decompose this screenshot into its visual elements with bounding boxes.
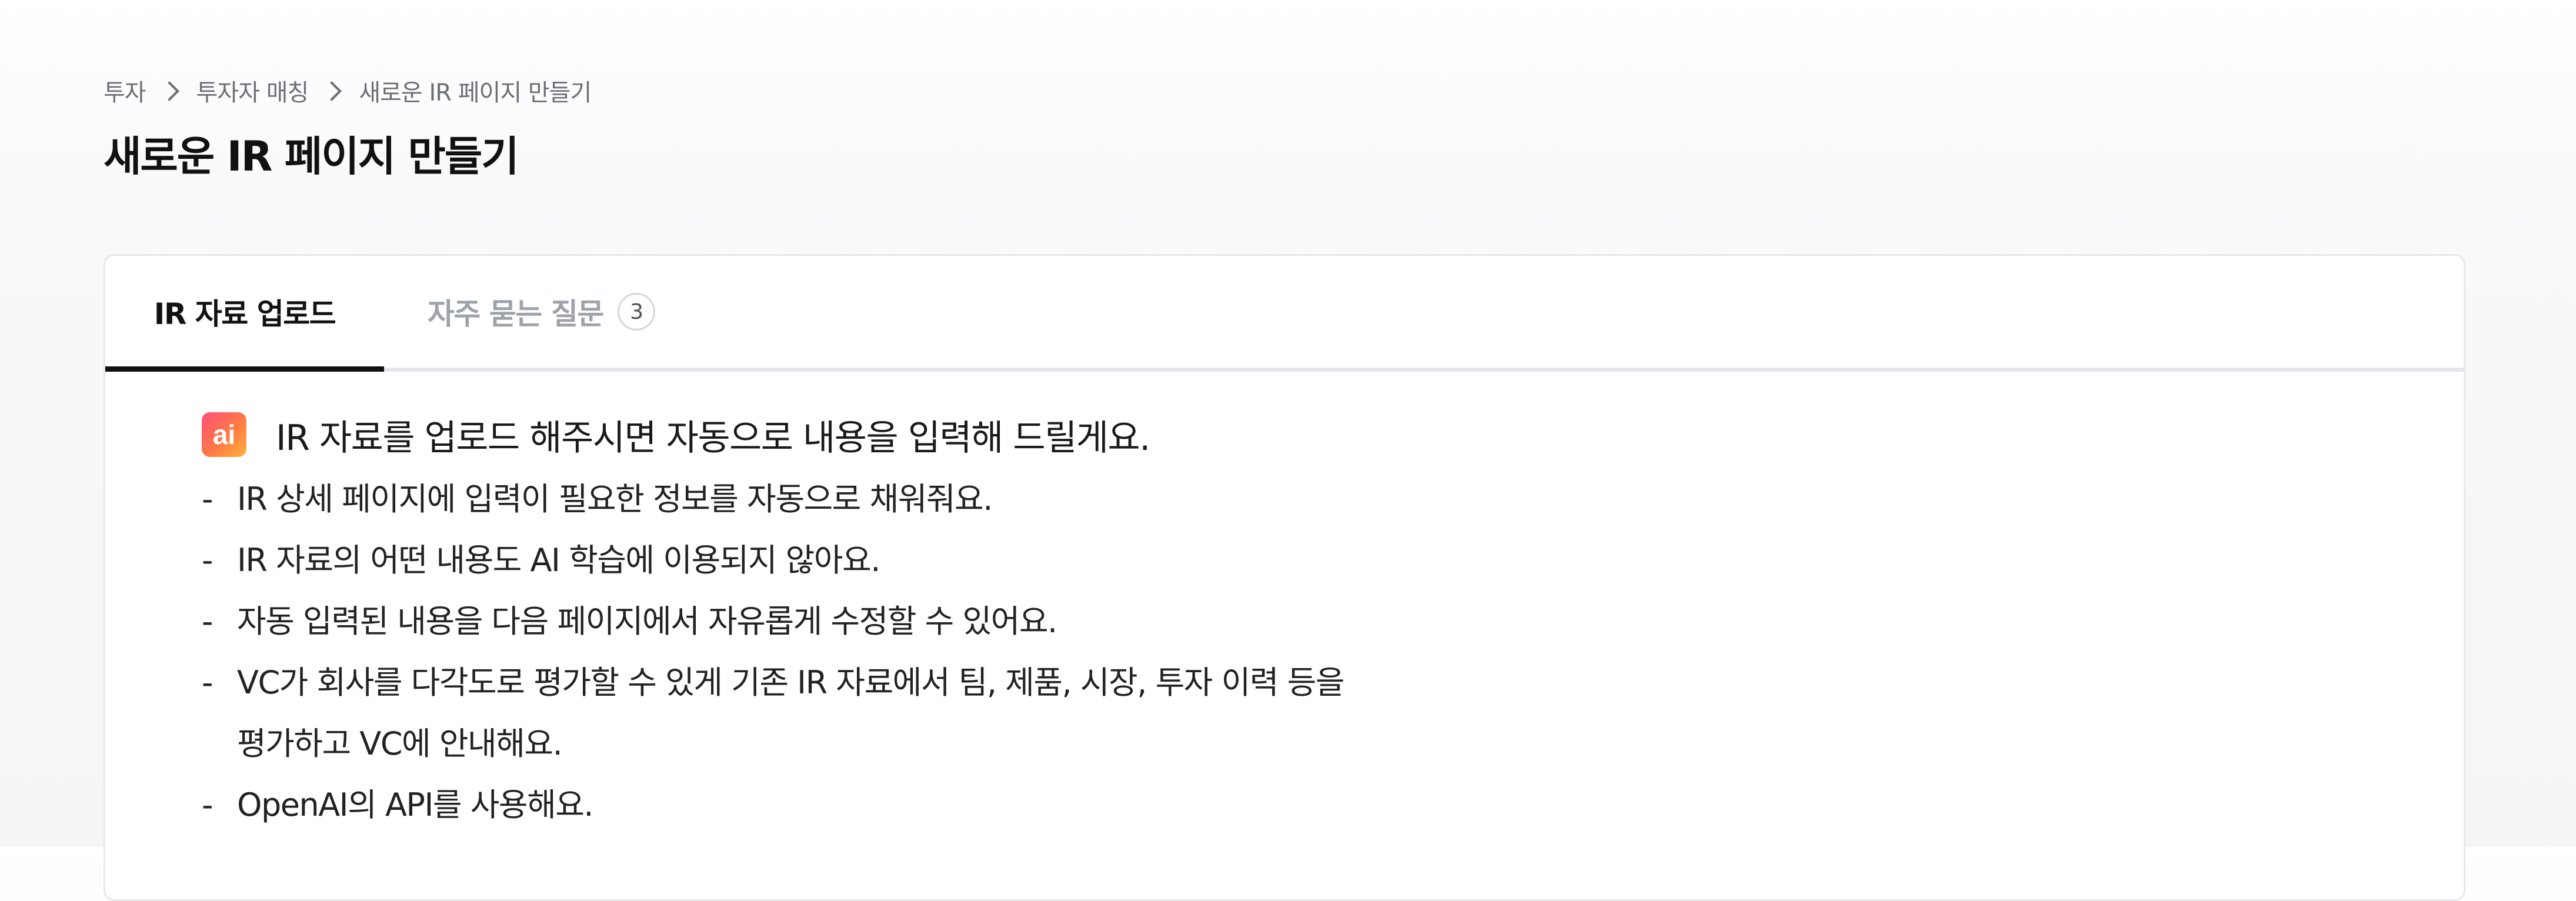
breadcrumb: 투자 투자자 매칭 새로운 IR 페이지 만들기 [104, 74, 592, 108]
page-title: 새로운 IR 페이지 만들기 [104, 132, 519, 181]
breadcrumb-item-invest[interactable]: 투자 [104, 74, 146, 108]
upload-info: ai IR 자료를 업로드 해주시면 자동으로 내용을 입력해 드릴게요. - … [202, 405, 2378, 836]
ai-icon: ai [202, 412, 246, 457]
chevron-right-icon [159, 81, 179, 101]
chevron-right-icon [322, 81, 342, 101]
list-item: - 자동 입력된 내용을 다음 페이지에서 자유롭게 수정할 수 있어요. [202, 603, 1057, 640]
tab-faq[interactable]: 자주 묻는 질문 3 [428, 256, 655, 368]
breadcrumb-item-investor-matching[interactable]: 투자자 매칭 [196, 74, 309, 108]
tab-bar: IR 자료 업로드 자주 묻는 질문 3 [105, 256, 2464, 372]
tab-count-badge: 3 [617, 293, 655, 331]
list-item: - VC가 회사를 다각도로 평가할 수 있게 기존 IR 자료에서 팀, 제품… [202, 664, 1344, 762]
breadcrumb-item-current: 새로운 IR 페이지 만들기 [359, 79, 592, 106]
list-item: - IR 상세 페이지에 입력이 필요한 정보를 자동으로 채워줘요. [202, 480, 993, 518]
upload-headline: IR 자료를 업로드 해주시면 자동으로 내용을 입력해 드릴게요. [276, 417, 1150, 459]
tab-ir-upload[interactable]: IR 자료 업로드 [105, 256, 384, 372]
tab-label: IR 자료 업로드 [154, 297, 336, 331]
list-item: - OpenAI의 API를 사용해요. [202, 786, 594, 823]
list-item: - IR 자료의 어떤 내용도 AI 학습에 이용되지 않아요. [202, 542, 880, 579]
tab-label: 자주 묻는 질문 [428, 297, 604, 331]
upload-headline-row: ai IR 자료를 업로드 해주시면 자동으로 내용을 입력해 드릴게요. [202, 405, 2378, 464]
ir-create-card: IR 자료 업로드 자주 묻는 질문 3 ai IR 자료를 업로드 해주시면 … [104, 254, 2465, 901]
info-list: - IR 상세 페이지에 입력이 필요한 정보를 자동으로 채워줘요. - IR… [202, 469, 2378, 836]
